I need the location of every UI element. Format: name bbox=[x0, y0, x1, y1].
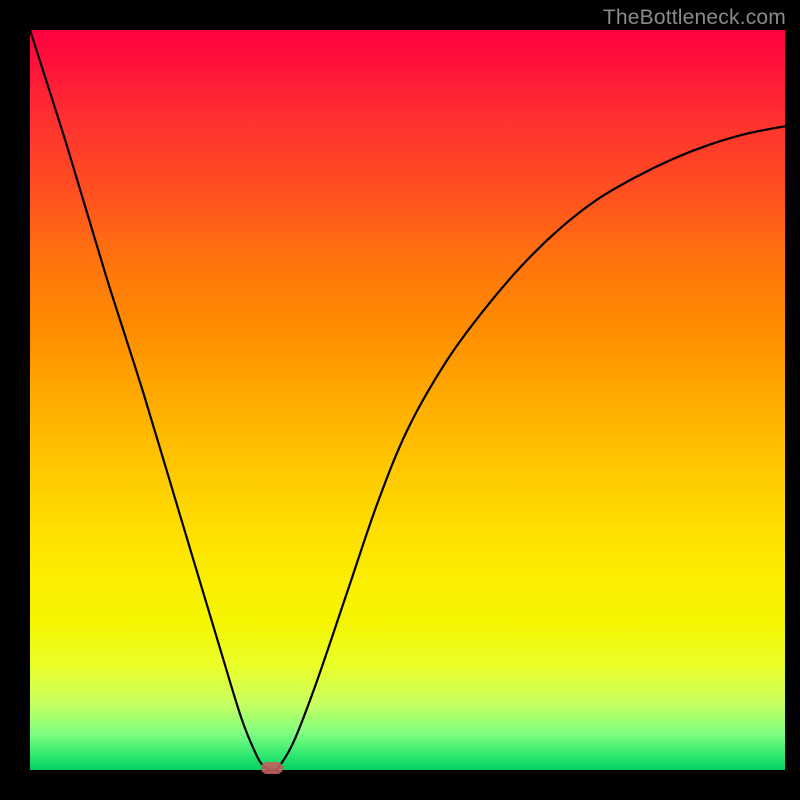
watermark-text: TheBottleneck.com bbox=[603, 6, 786, 30]
optimal-point-marker bbox=[261, 762, 283, 774]
plot-area bbox=[30, 30, 785, 770]
curve-svg bbox=[30, 30, 785, 770]
bottleneck-curve bbox=[30, 30, 785, 770]
chart-frame: TheBottleneck.com bbox=[0, 0, 800, 800]
